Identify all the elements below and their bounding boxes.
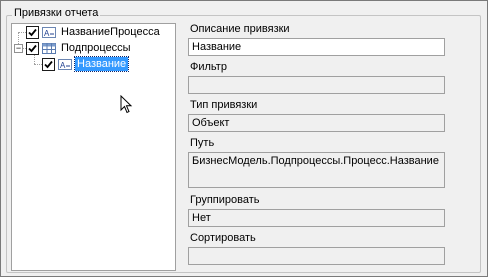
tree-node-subprocesses[interactable]: Подпроцессы bbox=[26, 40, 133, 56]
checkbox-checked-icon[interactable] bbox=[26, 41, 39, 55]
sort-field[interactable] bbox=[188, 247, 445, 265]
collapse-icon[interactable]: − bbox=[14, 44, 23, 53]
group-by-field[interactable]: Нет bbox=[188, 209, 445, 227]
path-label: Путь bbox=[190, 137, 215, 149]
table-icon bbox=[42, 42, 56, 54]
group-by-label: Группировать bbox=[190, 194, 260, 206]
tree-node-label: Подпроцессы bbox=[61, 42, 131, 54]
tree-node-name[interactable]: A Название bbox=[42, 56, 130, 72]
text-field-icon: A bbox=[58, 58, 72, 70]
report-bindings-panel: Привязки отчета − A НазваниеПроцесса Под… bbox=[0, 0, 488, 277]
description-label: Описание привязки bbox=[190, 23, 290, 35]
description-field[interactable]: Название bbox=[188, 38, 445, 56]
filter-label: Фильтр bbox=[190, 61, 227, 73]
tree-line bbox=[34, 64, 42, 65]
checkbox-checked-icon[interactable] bbox=[42, 57, 55, 71]
tree-line bbox=[18, 32, 26, 33]
binding-type-label: Тип привязки bbox=[190, 99, 258, 111]
tree-node-process-name[interactable]: A НазваниеПроцесса bbox=[26, 24, 162, 40]
path-field[interactable]: БизнесМодель.Подпроцессы.Процесс.Названи… bbox=[188, 152, 445, 188]
groupbox-title: Привязки отчета bbox=[12, 6, 101, 20]
text-field-icon: A bbox=[42, 26, 56, 38]
mouse-pointer-icon bbox=[120, 95, 133, 114]
svg-text:A: A bbox=[44, 29, 50, 38]
filter-field[interactable] bbox=[188, 76, 445, 94]
tree-node-label-selected: Название bbox=[73, 56, 130, 72]
checkbox-checked-icon[interactable] bbox=[26, 25, 39, 39]
sort-label: Сортировать bbox=[190, 232, 256, 244]
tree-node-label: НазваниеПроцесса bbox=[61, 26, 160, 38]
bindings-tree[interactable]: − A НазваниеПроцесса Подпроцессы A Назва… bbox=[11, 23, 176, 271]
svg-text:A: A bbox=[60, 61, 66, 70]
binding-type-field[interactable]: Объект bbox=[188, 114, 445, 132]
